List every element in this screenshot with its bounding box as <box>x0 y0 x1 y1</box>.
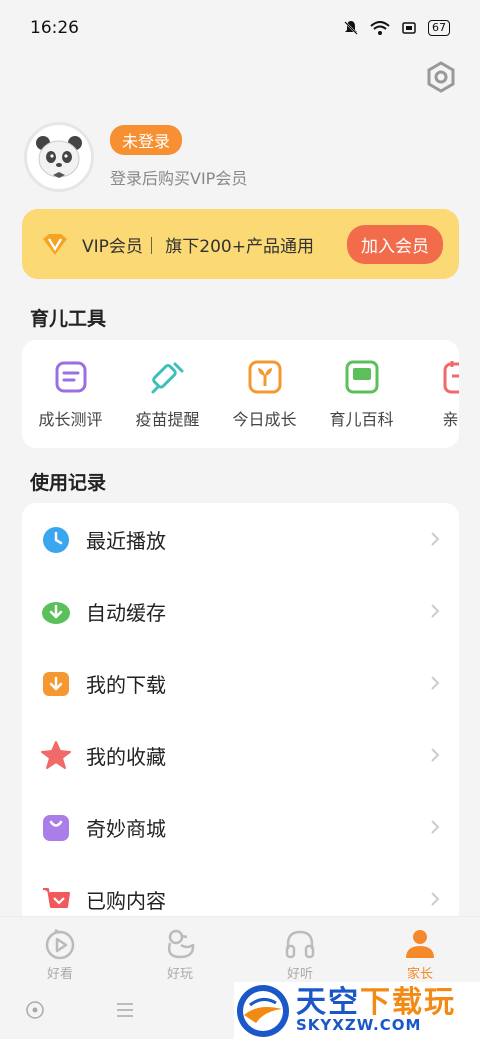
nav-label: 家长 <box>406 967 433 982</box>
person-icon <box>406 930 434 958</box>
duck-icon <box>167 929 195 959</box>
records-section-title: 使用记录 <box>30 472 107 494</box>
status-icons: 67 <box>344 20 450 36</box>
menu-icon[interactable] <box>115 1002 135 1018</box>
syringe-icon <box>151 362 183 394</box>
nav-tab-watch[interactable]: 好看 <box>0 917 120 982</box>
record-label: 最近播放 <box>86 528 166 553</box>
nav-tab-parents[interactable]: 家长 <box>360 917 480 982</box>
tool-label: 亲子 <box>442 410 459 429</box>
panda-icon <box>36 136 82 178</box>
play-icon <box>45 928 75 960</box>
record-label: 奇妙商城 <box>86 816 166 841</box>
chevron-right-icon <box>431 748 440 762</box>
chevron-right-icon <box>431 604 440 618</box>
profile-section[interactable]: 未登录 登录后购买VIP会员 <box>24 122 247 192</box>
calendar-icon <box>443 361 459 394</box>
folder-download-icon <box>43 672 69 696</box>
tool-growth-assessment[interactable]: 成长测评 <box>22 358 119 430</box>
watermark-logo-icon <box>237 984 289 1037</box>
nav-tab-listen[interactable]: 好听 <box>240 917 360 982</box>
watermark-domain: SKYXZW.COM <box>296 1016 422 1035</box>
records-card: 最近播放 自动缓存 我的下载 我的收藏 奇妙商城 已购内容 <box>22 503 459 923</box>
watermark-title: 天空下载玩 <box>296 987 456 1019</box>
settings-button[interactable] <box>424 60 458 94</box>
nav-label: 好听 <box>286 967 313 982</box>
tool-label: 成长测评 <box>38 410 103 429</box>
watermark-title-b: 下载玩 <box>360 984 456 1020</box>
record-mall[interactable]: 奇妙商城 <box>22 791 459 863</box>
tools-card: 成长测评 疫苗提醒 今日成长 育儿百科 亲子 <box>22 340 459 448</box>
star-icon <box>41 741 71 769</box>
bottom-nav: 好看 好玩 好听 家长 <box>0 916 480 982</box>
record-label: 自动缓存 <box>86 600 166 625</box>
chevron-right-icon <box>431 820 440 834</box>
shopping-bag-icon <box>43 815 69 841</box>
watermark-title-a: 天空 <box>296 984 360 1020</box>
clock-icon <box>43 527 69 553</box>
record-label: 我的收藏 <box>86 744 166 769</box>
watermark-text: 天空下载玩 SKYXZW.COM <box>296 987 456 1034</box>
tool-daily-growth[interactable]: 今日成长 <box>216 358 313 430</box>
record-auto-cache[interactable]: 自动缓存 <box>22 575 459 647</box>
tool-parent-child[interactable]: 亲子 <box>410 358 459 430</box>
sim-icon <box>402 22 416 34</box>
tool-vaccine-reminder[interactable]: 疫苗提醒 <box>119 358 216 430</box>
record-recent-play[interactable]: 最近播放 <box>22 503 459 575</box>
nav-label: 好玩 <box>166 967 193 982</box>
status-time: 16:26 <box>30 18 79 38</box>
nav-tab-play[interactable]: 好玩 <box>120 917 240 982</box>
settings-hexagon-icon <box>427 61 455 93</box>
vip-banner[interactable]: VIP会员｜ 旗下200+产品通用 加入会员 <box>22 209 459 279</box>
mute-bell-icon <box>344 21 358 35</box>
join-vip-button[interactable]: 加入会员 <box>347 224 443 264</box>
cloud-download-icon <box>42 602 70 624</box>
tools-section-title: 育儿工具 <box>30 308 107 330</box>
chevron-right-icon <box>431 532 440 546</box>
clipboard-icon <box>55 361 86 393</box>
record-my-favorites[interactable]: 我的收藏 <box>22 719 459 791</box>
record-label: 已购内容 <box>86 888 166 913</box>
profile-text: 未登录 登录后购买VIP会员 <box>110 125 247 189</box>
book-icon <box>345 360 378 394</box>
battery-indicator: 67 <box>428 20 450 36</box>
chevron-right-icon <box>431 892 440 906</box>
cart-icon <box>43 888 70 908</box>
avatar[interactable] <box>24 122 94 192</box>
home-circle-icon[interactable] <box>25 1000 45 1020</box>
sprout-icon <box>248 360 281 394</box>
watermark: 天空下载玩 SKYXZW.COM <box>234 982 480 1039</box>
tool-parenting-wiki[interactable]: 育儿百科 <box>313 358 410 430</box>
headphones-icon <box>285 930 315 959</box>
login-badge[interactable]: 未登录 <box>110 125 183 155</box>
status-bar: 16:26 67 <box>0 0 480 56</box>
record-label: 我的下载 <box>86 672 166 697</box>
vip-text: VIP会员｜ 旗下200+产品通用 <box>82 236 314 257</box>
vip-crown-icon <box>43 234 67 255</box>
tool-label: 疫苗提醒 <box>135 410 200 429</box>
nav-label: 好看 <box>46 967 73 982</box>
wifi-icon <box>370 21 390 35</box>
record-my-downloads[interactable]: 我的下载 <box>22 647 459 719</box>
tool-label: 今日成长 <box>232 410 297 429</box>
tool-label: 育儿百科 <box>329 410 394 429</box>
login-hint: 登录后购买VIP会员 <box>110 169 248 188</box>
chevron-right-icon <box>431 676 440 690</box>
record-purchased[interactable]: 已购内容 <box>22 863 459 923</box>
